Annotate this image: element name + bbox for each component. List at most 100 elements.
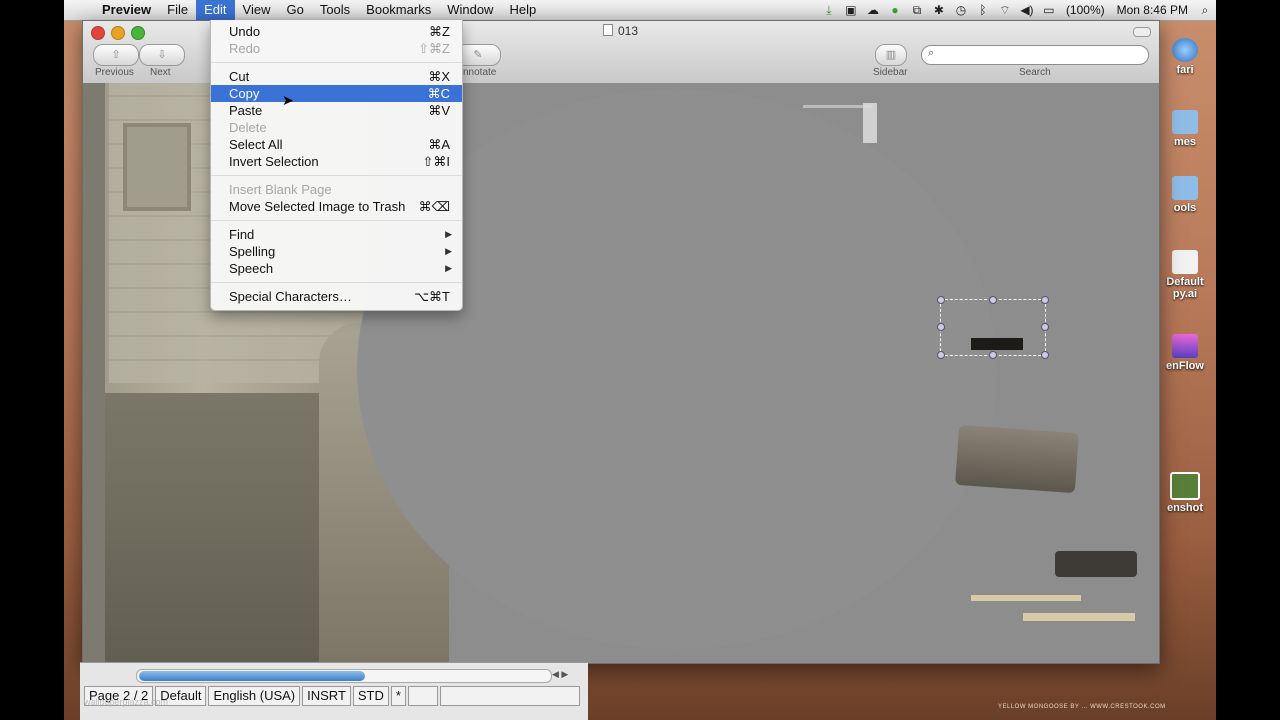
evernote-icon[interactable]: ● [884, 3, 906, 17]
wifi-icon[interactable]: ⌔ [994, 3, 1016, 18]
previous-label: Previous [95, 67, 134, 78]
menu-item-shortcut: ⌥⌘T [414, 289, 450, 304]
clipboard-icon[interactable]: ⧉ [906, 3, 928, 18]
menu-item-shortcut: ⌘C [427, 86, 450, 101]
time-machine-icon[interactable]: ◷ [950, 3, 972, 17]
menu-go[interactable]: Go [278, 0, 311, 20]
debris-2 [803, 105, 873, 108]
menu-item-invert-selection[interactable]: Invert Selection ⇧⌘I [211, 153, 462, 170]
safari-icon [1172, 38, 1198, 62]
menu-file[interactable]: File [159, 0, 196, 20]
selection-mode-indicator[interactable]: STD [352, 686, 389, 706]
menu-edit[interactable]: Edit [196, 0, 235, 20]
pdf-file-icon [1172, 250, 1198, 274]
desktop-icon-screenshot[interactable]: enshot [1154, 472, 1216, 514]
menu-item-cut[interactable]: Cut ⌘X [211, 68, 462, 85]
menubar-clock[interactable]: Mon 8:46 PM [1111, 3, 1194, 17]
menu-item-select-all[interactable]: Select All ⌘A [211, 136, 462, 153]
menu-separator [211, 282, 462, 283]
wrecked-car [103, 393, 343, 663]
desktop-icon-default-ai[interactable]: Default py.ai [1154, 250, 1216, 300]
selection-handle[interactable] [937, 351, 945, 359]
mouse-cursor-icon: ➤ [282, 92, 294, 108]
menu-help[interactable]: Help [501, 0, 544, 20]
toolbar-toggle-button[interactable] [1133, 27, 1151, 37]
menu-item-shortcut: ⇧⌘Z [418, 41, 450, 56]
menu-item-find[interactable]: Find ▶ [211, 226, 462, 243]
sidebar-label: Sidebar [873, 67, 908, 78]
desktop-icon-tools[interactable]: ools [1154, 176, 1216, 214]
selection-handle[interactable] [1041, 296, 1049, 304]
language-indicator[interactable]: English (USA) [208, 686, 301, 706]
image-file-icon [1170, 472, 1200, 500]
menu-view[interactable]: View [235, 0, 279, 20]
menu-item-shortcut: ⌘⌫ [418, 199, 450, 214]
menu-item-insert-blank-page: Insert Blank Page [211, 181, 462, 198]
menu-item-special-characters[interactable]: Special Characters… ⌥⌘T [211, 288, 462, 305]
sand-patch-2 [1023, 613, 1135, 621]
debris-bar [1055, 551, 1137, 577]
menu-tools[interactable]: Tools [312, 0, 358, 20]
selection-rectangle[interactable] [937, 296, 1049, 359]
selection-handle[interactable] [1041, 323, 1049, 331]
menu-item-speech[interactable]: Speech ▶ [211, 260, 462, 277]
menu-item-shortcut: ⌘V [428, 103, 450, 118]
menu-item-label: Cut [229, 69, 250, 84]
menu-item-move-to-trash[interactable]: Move Selected Image to Trash ⌘⌫ [211, 198, 462, 215]
menu-item-spelling[interactable]: Spelling ▶ [211, 243, 462, 260]
menu-item-label: Paste [229, 103, 263, 118]
menu-bookmarks[interactable]: Bookmarks [358, 0, 439, 20]
submenu-arrow-icon: ▶ [445, 263, 452, 273]
menu-item-copy[interactable]: Copy ⌘C [211, 85, 462, 102]
selection-handle[interactable] [989, 351, 997, 359]
flying-car [955, 424, 1079, 494]
cloud-icon[interactable]: ☁ [862, 3, 884, 17]
download-icon[interactable]: ⤓ [818, 3, 840, 18]
previous-button[interactable]: ⇧ [93, 44, 139, 66]
volume-icon[interactable]: ◀) [1016, 3, 1038, 17]
next-button[interactable]: ⇩ [139, 44, 185, 66]
camera-icon[interactable]: ▣ [840, 3, 862, 17]
desktop-icon-safari[interactable]: fari [1154, 38, 1216, 76]
bluetooth-icon[interactable]: ᛒ [972, 3, 994, 17]
selection-handle[interactable] [937, 323, 945, 331]
sidebar-button[interactable]: ▥ [875, 44, 907, 66]
window-title-text: 013 [618, 24, 639, 38]
spotlight-icon[interactable]: ⌕ [1194, 3, 1216, 18]
menu-item-shortcut: ⌘X [428, 69, 450, 84]
wallpaper-credit: wallpaperplazza.com [84, 697, 169, 707]
menu-item-label: Undo [229, 24, 261, 39]
menu-app-name[interactable]: Preview [94, 0, 159, 20]
menu-item-label: Invert Selection [229, 154, 319, 169]
menu-separator [211, 62, 462, 63]
selection-handle[interactable] [1041, 351, 1049, 359]
desktop-icon-label: mes [1173, 136, 1197, 148]
gear-icon[interactable]: ✱ [928, 3, 950, 17]
battery-icon[interactable]: ▭ [1038, 3, 1060, 17]
menu-item-paste[interactable]: Paste ⌘V [211, 102, 462, 119]
menu-item-label: Insert Blank Page [229, 182, 332, 197]
menu-separator [211, 175, 462, 176]
horizontal-scrollbar[interactable] [136, 669, 552, 683]
desktop-icon-screenflow[interactable]: enFlow [1154, 334, 1216, 372]
submenu-arrow-icon: ▶ [445, 229, 452, 239]
menu-item-label: Spelling [229, 244, 276, 259]
selection-handle[interactable] [989, 296, 997, 304]
zoom-button[interactable] [131, 26, 145, 40]
menu-item-undo[interactable]: Undo ⌘Z [211, 23, 462, 40]
menu-window[interactable]: Window [439, 0, 501, 20]
insert-mode-indicator[interactable]: INSRT [302, 686, 351, 706]
close-button[interactable] [91, 26, 105, 40]
menu-item-label: Find [229, 227, 255, 242]
menu-item-label: Copy [229, 86, 260, 101]
minimize-button[interactable] [111, 26, 125, 40]
desktop-icon-games[interactable]: mes [1154, 110, 1216, 148]
annotate-label: nnotate [463, 67, 497, 78]
scrollbar-thumb[interactable] [139, 671, 365, 681]
desktop-icon-label: enshot [1166, 502, 1204, 514]
scroll-arrows-icon[interactable]: ◀ ▶ [552, 669, 568, 680]
menu-item-shortcut: ⌘A [428, 137, 450, 152]
search-input[interactable]: ⌕ [921, 45, 1149, 65]
next-label: Next [150, 67, 171, 78]
selection-handle[interactable] [937, 296, 945, 304]
